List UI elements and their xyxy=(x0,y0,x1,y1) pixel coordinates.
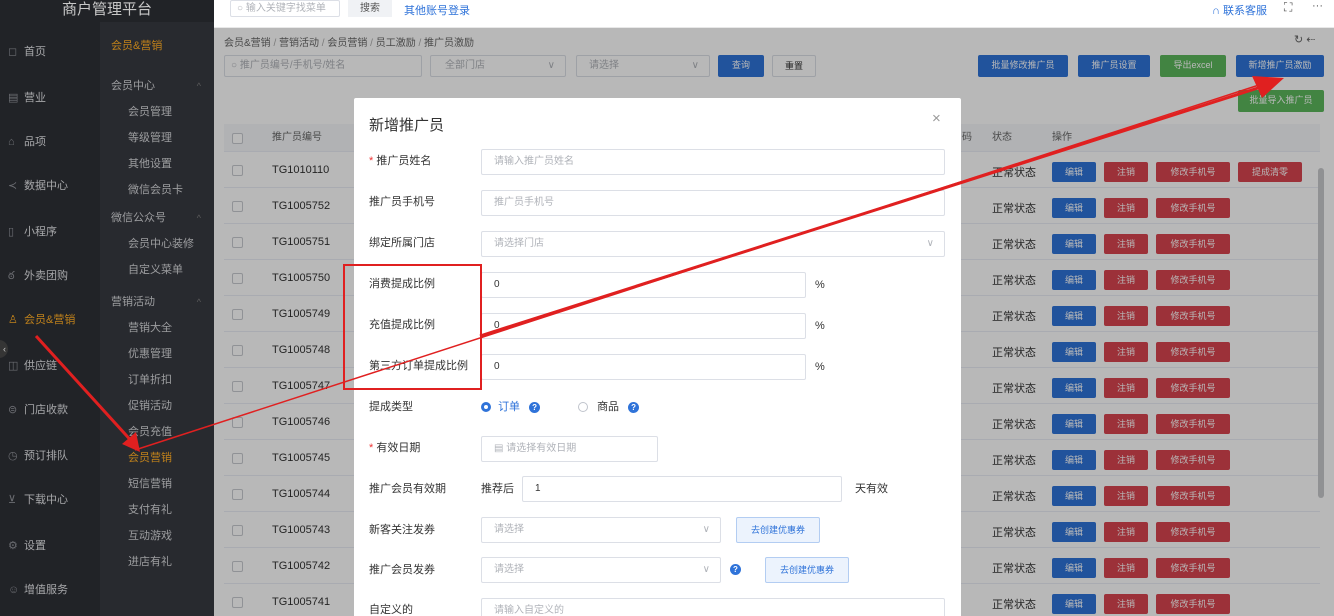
annotation-arrows xyxy=(34,76,1284,452)
annotation-arrow-line xyxy=(34,334,137,447)
annotation-arrow-line xyxy=(134,83,1263,451)
